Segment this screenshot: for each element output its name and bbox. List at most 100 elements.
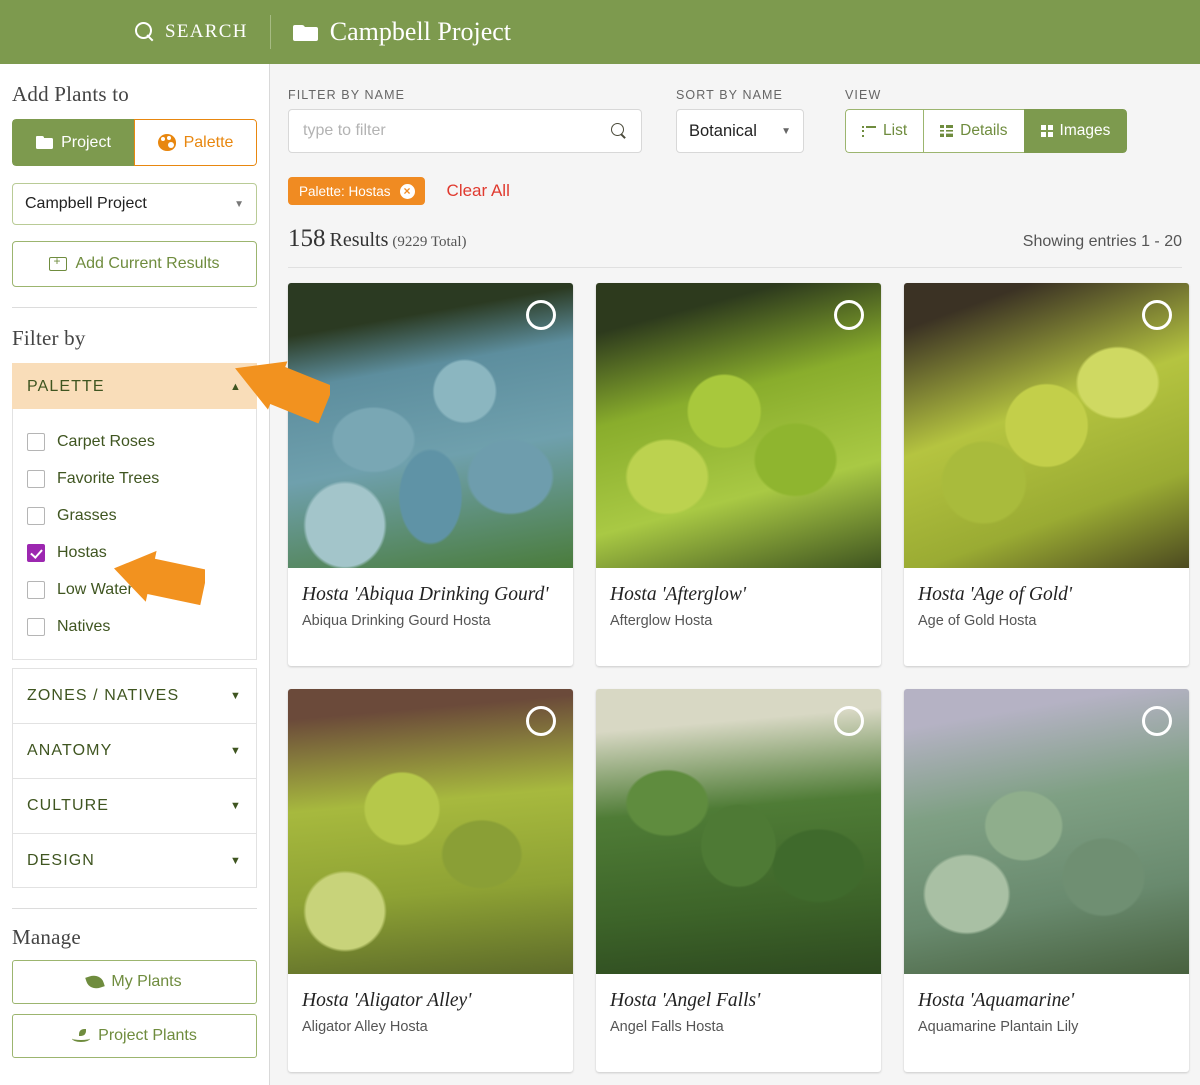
search-icon[interactable] <box>611 123 627 139</box>
accordion-header-zones-natives[interactable]: ZONES / NATIVES ▼ <box>12 668 257 723</box>
plant-card[interactable]: Hosta 'Age of Gold' Age of Gold Hosta <box>904 283 1189 666</box>
view-button-details[interactable]: Details <box>923 109 1024 153</box>
palette-option-grasses[interactable]: Grasses <box>13 497 256 534</box>
palette-option-favorite-trees[interactable]: Favorite Trees <box>13 460 256 497</box>
plant-card[interactable]: Hosta 'Aquamarine' Aquamarine Plantain L… <box>904 689 1189 1072</box>
filter-accordion: PALETTE ▲ Carpet Roses Favorite Trees Gr… <box>12 363 257 888</box>
add-target-toggle: Project Palette <box>12 119 257 166</box>
palette-option-low-water[interactable]: Low Water <box>13 571 256 608</box>
grid-icon <box>1040 125 1053 137</box>
select-circle-icon[interactable] <box>526 706 556 736</box>
add-to-palette-button[interactable]: Palette <box>134 119 257 166</box>
caret-up-icon: ▲ <box>230 380 242 393</box>
results-summary-row: 158 Results (9229 Total) Showing entries… <box>270 205 1200 253</box>
close-circle-icon[interactable]: × <box>399 183 415 199</box>
plant-card-body: Hosta 'Afterglow' Afterglow Hosta <box>596 568 881 666</box>
caret-down-icon: ▼ <box>230 690 242 702</box>
caret-down-icon: ▼ <box>230 800 242 812</box>
select-circle-icon[interactable] <box>834 706 864 736</box>
plant-photo <box>288 283 573 568</box>
view-button-images[interactable]: Images <box>1023 109 1128 153</box>
common-name: Abiqua Drinking Gourd Hosta <box>302 613 491 630</box>
view-button-list-label: List <box>883 122 908 139</box>
plant-card[interactable]: Hosta 'Afterglow' Afterglow Hosta <box>596 283 881 666</box>
select-circle-icon[interactable] <box>526 300 556 330</box>
view-label: VIEW <box>845 88 882 102</box>
manage-section: Manage My Plants Project Plants <box>12 925 257 1058</box>
palette-option-carpet-roses[interactable]: Carpet Roses <box>13 423 256 460</box>
checkbox[interactable] <box>27 617 45 636</box>
palette-option-natives[interactable]: Natives <box>13 608 256 645</box>
checkbox[interactable] <box>27 506 45 525</box>
list-icon <box>862 125 876 137</box>
sort-select-value: Botanical <box>689 121 757 140</box>
filter-by-name-label: FILTER BY NAME <box>288 88 406 102</box>
accordion-title: CULTURE <box>27 797 110 814</box>
plant-card[interactable]: Hosta 'Angel Falls' Angel Falls Hosta <box>596 689 881 1072</box>
plant-photo <box>904 283 1189 568</box>
plant-card-body: Hosta 'Age of Gold' Age of Gold Hosta <box>904 568 1189 666</box>
view-button-list[interactable]: List <box>845 109 924 153</box>
add-current-results-button[interactable]: Add Current Results <box>12 241 257 287</box>
palette-option-label: Carpet Roses <box>57 432 155 450</box>
project-plants-button[interactable]: Project Plants <box>12 1014 257 1058</box>
botanical-name: Hosta 'Afterglow' <box>610 584 746 605</box>
accordion-header-culture[interactable]: CULTURE ▼ <box>12 778 257 833</box>
add-to-project-button[interactable]: Project <box>12 119 134 166</box>
filter-by-title: Filter by <box>12 326 86 350</box>
sidebar-divider-2 <box>12 908 257 909</box>
palette-option-label: Hostas <box>57 543 107 561</box>
botanical-name: Hosta 'Aquamarine' <box>918 990 1075 1011</box>
results-toolbar: FILTER BY NAME SORT BY NAME Botanical ▼ … <box>270 64 1200 153</box>
details-icon <box>940 125 954 137</box>
search-link[interactable]: SEARCH <box>135 21 248 43</box>
top-header-bar: SEARCH Campbell Project <box>0 0 1200 64</box>
my-plants-button[interactable]: My Plants <box>12 960 257 1004</box>
add-to-palette-label: Palette <box>183 133 234 151</box>
breadcrumb-project[interactable]: Campbell Project <box>292 17 512 47</box>
accordion-header-palette[interactable]: PALETTE ▲ <box>12 363 257 409</box>
accordion-header-anatomy[interactable]: ANATOMY ▼ <box>12 723 257 778</box>
plant-card[interactable]: Hosta 'Aligator Alley' Aligator Alley Ho… <box>288 689 573 1072</box>
botanical-name: Hosta 'Age of Gold' <box>918 584 1073 605</box>
accordion-title: ANATOMY <box>27 742 113 759</box>
results-count: 158 Results (9229 Total) <box>288 225 466 253</box>
accordion-header-design[interactable]: DESIGN ▼ <box>12 833 257 888</box>
filter-input[interactable] <box>303 122 611 140</box>
checkbox[interactable] <box>27 432 45 451</box>
botanical-name: Hosta 'Aligator Alley' <box>302 990 472 1011</box>
folder-icon <box>292 23 318 42</box>
palette-icon <box>157 134 176 151</box>
sort-by-name-label: SORT BY NAME <box>676 88 783 102</box>
accordion-title-palette: PALETTE <box>27 377 105 395</box>
chevron-down-icon: ▼ <box>234 198 244 210</box>
sort-select[interactable]: Botanical ▼ <box>676 109 804 153</box>
plant-card[interactable]: Hosta 'Abiqua Drinking Gourd' Abiqua Dri… <box>288 283 573 666</box>
plant-photo <box>596 689 881 974</box>
plant-card-body: Hosta 'Aquamarine' Aquamarine Plantain L… <box>904 974 1189 1072</box>
accordion-title: DESIGN <box>27 851 95 869</box>
plant-card-body: Hosta 'Abiqua Drinking Gourd' Abiqua Dri… <box>288 568 573 666</box>
checkbox[interactable] <box>27 469 45 488</box>
project-select[interactable]: Campbell Project ▼ <box>12 183 257 225</box>
showing-entries: Showing entries 1 - 20 <box>1022 233 1182 250</box>
clear-all-button[interactable]: Clear All <box>447 181 510 201</box>
botanical-name: Hosta 'Abiqua Drinking Gourd' <box>302 584 549 605</box>
select-circle-icon[interactable] <box>1142 706 1172 736</box>
add-to-project-label: Project <box>61 133 111 151</box>
view-toggle: List Details Images <box>845 109 1128 153</box>
checkbox[interactable] <box>27 580 45 599</box>
accordion-body-palette: Carpet Roses Favorite Trees Grasses Host… <box>12 409 257 660</box>
project-name: Campbell Project <box>329 17 512 46</box>
palette-option-hostas[interactable]: Hostas <box>13 534 256 571</box>
plant-photo <box>904 689 1189 974</box>
view-button-images-label: Images <box>1059 122 1111 139</box>
active-filter-tag[interactable]: Palette: Hostas × <box>288 177 425 205</box>
select-circle-icon[interactable] <box>1142 300 1172 330</box>
active-filters-row: Palette: Hostas × Clear All <box>270 153 1200 205</box>
plant-photo <box>288 689 573 974</box>
filter-input-wrapper[interactable] <box>288 109 642 153</box>
select-circle-icon[interactable] <box>834 300 864 330</box>
add-plants-title: Add Plants to <box>12 82 129 106</box>
checkbox-checked[interactable] <box>27 543 45 562</box>
